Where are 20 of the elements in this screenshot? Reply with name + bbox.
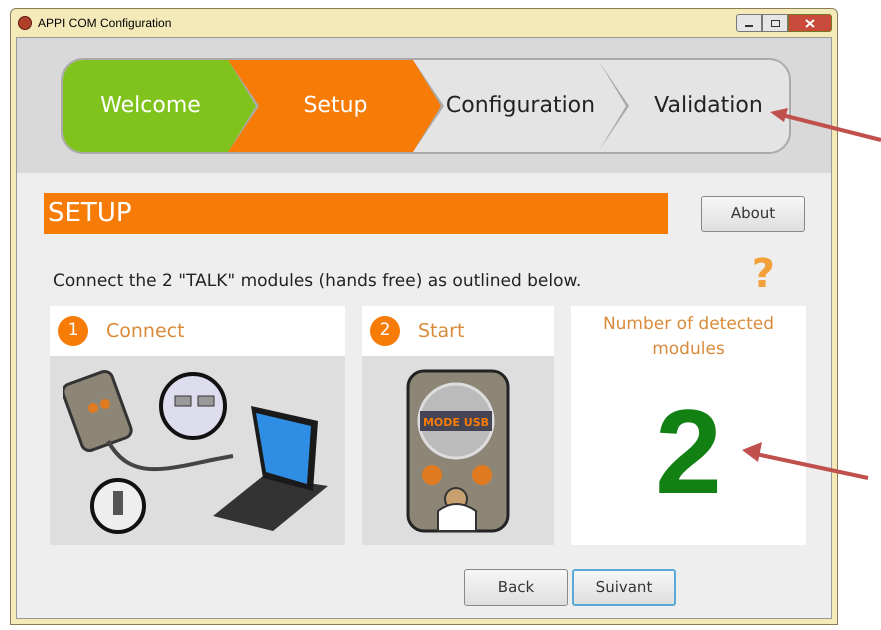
close-button[interactable] xyxy=(788,14,832,32)
detected-count: 2 xyxy=(655,392,722,512)
step-tab[interactable]: Validation xyxy=(598,60,789,152)
card-title: Connect xyxy=(106,318,185,344)
instruction-text: Connect the 2 "TALK" modules (hands free) as outlined below. xyxy=(53,270,582,292)
card-title: Start xyxy=(418,318,464,344)
close-icon xyxy=(805,18,815,28)
app-icon xyxy=(18,16,32,30)
about-button[interactable]: About xyxy=(701,196,805,232)
step-number: 1 xyxy=(58,316,88,346)
nav-button[interactable]: Back xyxy=(464,569,568,606)
maximize-button[interactable] xyxy=(762,14,788,32)
section-header: SETUP xyxy=(44,193,668,234)
minimize-button[interactable] xyxy=(736,14,762,32)
detected-label: Number of detected modules xyxy=(602,313,776,361)
step-tab[interactable]: Configuration xyxy=(413,60,598,152)
step-number: 2 xyxy=(370,316,400,346)
nav-button[interactable]: Suivant xyxy=(572,569,676,606)
window-title: APPI COM Configuration xyxy=(38,15,172,32)
screen-label: MODE USB xyxy=(423,416,489,428)
